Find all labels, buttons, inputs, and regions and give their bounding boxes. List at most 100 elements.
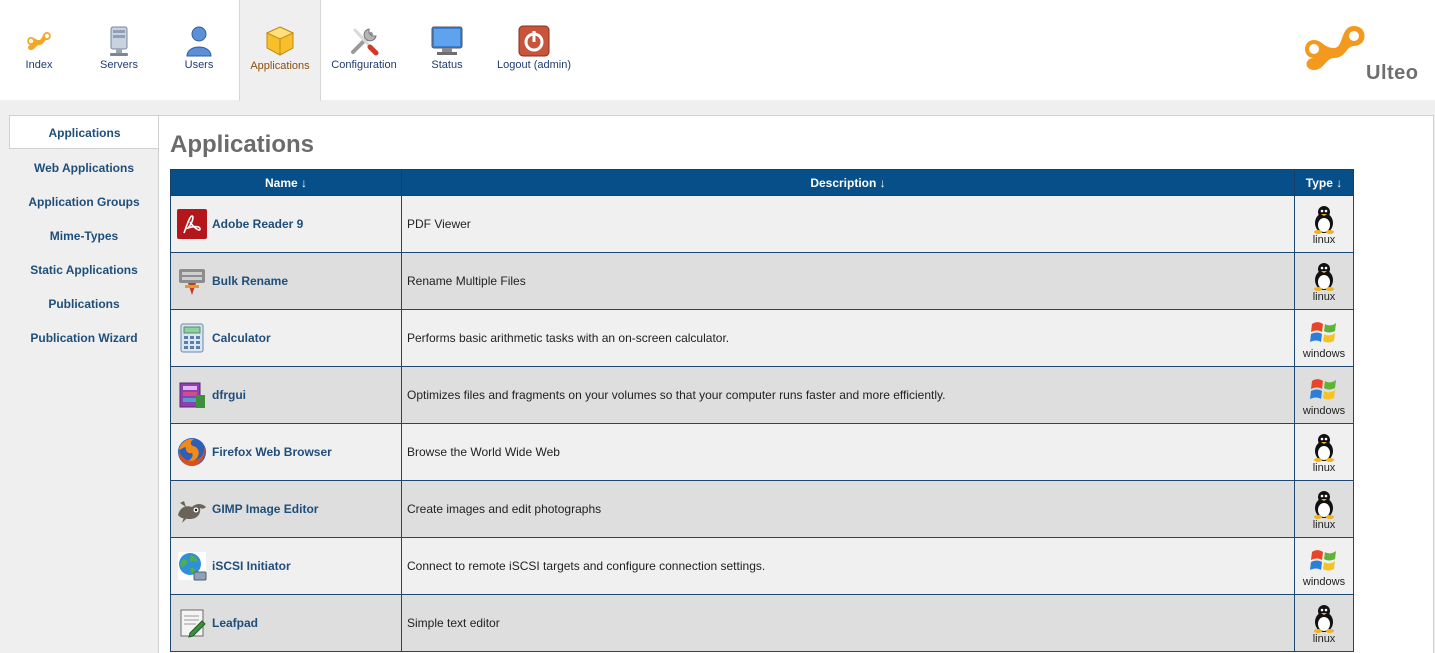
app-description: Performs basic arithmetic tasks with an … <box>401 309 1295 367</box>
applications-table: Name ↓ Description ↓ Type ↓ Adobe Reader… <box>170 169 1354 652</box>
nav-label-index: Index <box>25 59 53 71</box>
app-description: Rename Multiple Files <box>401 252 1295 310</box>
nav-item-configuration[interactable]: Configuration <box>324 0 404 100</box>
nav-item-servers[interactable]: Servers <box>80 0 158 100</box>
main-panel: Applications Name ↓ Description ↓ Type ↓… <box>158 115 1434 653</box>
sidebar: Applications Web Applications Applicatio… <box>0 115 159 653</box>
leafpad-icon <box>176 607 208 639</box>
table-row: dfrgui Optimizes files and fragments on … <box>170 366 1354 424</box>
app-name-cell: Firefox Web Browser <box>170 423 402 481</box>
nav-label-users: Users <box>184 59 214 71</box>
app-name-cell: Calculator <box>170 309 402 367</box>
app-link[interactable]: iSCSI Initiator <box>212 559 291 573</box>
nav-item-logout[interactable]: Logout (admin) <box>492 0 576 100</box>
table-row: Calculator Performs basic arithmetic tas… <box>170 309 1354 367</box>
app-type-label: linux <box>1312 234 1336 246</box>
monitor-icon <box>430 24 464 58</box>
gimp-icon <box>176 493 208 525</box>
app-name-cell: Leafpad <box>170 594 402 652</box>
nav-item-users[interactable]: Users <box>160 0 238 100</box>
app-type-label: windows <box>1302 576 1346 588</box>
firefox-icon <box>176 436 208 468</box>
ulteo-logo-text: Ulteo <box>1366 62 1419 84</box>
windows-logo-icon <box>1309 375 1339 405</box>
app-type-label: linux <box>1312 291 1336 303</box>
nav-label-configuration: Configuration <box>331 59 397 71</box>
app-link[interactable]: GIMP Image Editor <box>212 502 318 516</box>
app-link[interactable]: dfrgui <box>212 388 246 402</box>
app-name-cell: Bulk Rename <box>170 252 402 310</box>
app-link[interactable]: Firefox Web Browser <box>212 445 332 459</box>
app-type-cell: linux <box>1294 423 1354 481</box>
app-type-cell: windows <box>1294 537 1354 595</box>
app-type-cell: linux <box>1294 594 1354 652</box>
ulteo-index-icon <box>22 24 56 58</box>
app-description: Browse the World Wide Web <box>401 423 1295 481</box>
app-type-label: linux <box>1312 633 1336 645</box>
server-icon <box>102 24 136 58</box>
app-type-label: windows <box>1302 405 1346 417</box>
sidebar-item-web-applications[interactable]: Web Applications <box>9 151 159 185</box>
sidebar-item-publications[interactable]: Publications <box>9 287 159 321</box>
table-row: Adobe Reader 9 PDF Viewer linux <box>170 195 1354 253</box>
app-description: Optimizes files and fragments on your vo… <box>401 366 1295 424</box>
column-header-name[interactable]: Name ↓ <box>170 169 402 196</box>
linux-tux-icon <box>1309 261 1339 291</box>
bulk-rename-icon <box>176 265 208 297</box>
app-type-cell: linux <box>1294 480 1354 538</box>
column-header-type[interactable]: Type ↓ <box>1294 169 1354 196</box>
app-type-cell: windows <box>1294 366 1354 424</box>
nav-item-status[interactable]: Status <box>412 0 482 100</box>
calculator-icon <box>176 322 208 354</box>
app-description: Simple text editor <box>401 594 1295 652</box>
app-link[interactable]: Leafpad <box>212 616 258 630</box>
app-type-cell: linux <box>1294 252 1354 310</box>
linux-tux-icon <box>1309 489 1339 519</box>
sidebar-item-application-groups[interactable]: Application Groups <box>9 185 159 219</box>
linux-tux-icon <box>1309 204 1339 234</box>
sidebar-item-publication-wizard[interactable]: Publication Wizard <box>9 321 159 355</box>
nav-label-status: Status <box>431 59 463 71</box>
table-row: GIMP Image Editor Create images and edit… <box>170 480 1354 538</box>
sidebar-item-mime-types[interactable]: Mime-Types <box>9 219 159 253</box>
page-title: Applications <box>170 131 315 158</box>
table-header-row: Name ↓ Description ↓ Type ↓ <box>170 169 1354 196</box>
top-navigation: Index Servers Users Applications Configu… <box>0 0 1435 101</box>
adobe-reader-icon <box>176 208 208 240</box>
app-type-cell: windows <box>1294 309 1354 367</box>
nav-label-servers: Servers <box>100 59 138 71</box>
column-header-description[interactable]: Description ↓ <box>401 169 1295 196</box>
table-row: Firefox Web Browser Browse the World Wid… <box>170 423 1354 481</box>
app-type-label: linux <box>1312 462 1336 474</box>
app-description: Connect to remote iSCSI targets and conf… <box>401 537 1295 595</box>
app-type-cell: linux <box>1294 195 1354 253</box>
nav-item-applications[interactable]: Applications <box>239 0 321 101</box>
app-link[interactable]: Bulk Rename <box>212 274 288 288</box>
linux-tux-icon <box>1309 603 1339 633</box>
user-icon <box>182 24 216 58</box>
app-name-cell: iSCSI Initiator <box>170 537 402 595</box>
power-icon <box>517 24 551 58</box>
tools-icon <box>347 24 381 58</box>
app-type-label: windows <box>1302 348 1346 360</box>
defrag-icon <box>176 379 208 411</box>
linux-tux-icon <box>1309 432 1339 462</box>
sidebar-item-applications[interactable]: Applications <box>9 115 159 149</box>
table-row: iSCSI Initiator Connect to remote iSCSI … <box>170 537 1354 595</box>
app-type-label: linux <box>1312 519 1336 531</box>
app-description: Create images and edit photographs <box>401 480 1295 538</box>
app-name-cell: dfrgui <box>170 366 402 424</box>
sidebar-item-static-applications[interactable]: Static Applications <box>9 253 159 287</box>
top-bar-spacer <box>580 0 1165 100</box>
ulteo-logo[interactable]: Ulteo <box>1300 14 1430 86</box>
applications-box-icon <box>263 24 297 58</box>
app-link[interactable]: Calculator <box>212 331 271 345</box>
nav-label-applications: Applications <box>250 60 310 72</box>
table-row: Bulk Rename Rename Multiple Files linux <box>170 252 1354 310</box>
app-link[interactable]: Adobe Reader 9 <box>212 217 303 231</box>
app-name-cell: GIMP Image Editor <box>170 480 402 538</box>
table-row: Leafpad Simple text editor linux <box>170 594 1354 652</box>
nav-item-index[interactable]: Index <box>0 0 78 100</box>
app-name-cell: Adobe Reader 9 <box>170 195 402 253</box>
app-description: PDF Viewer <box>401 195 1295 253</box>
